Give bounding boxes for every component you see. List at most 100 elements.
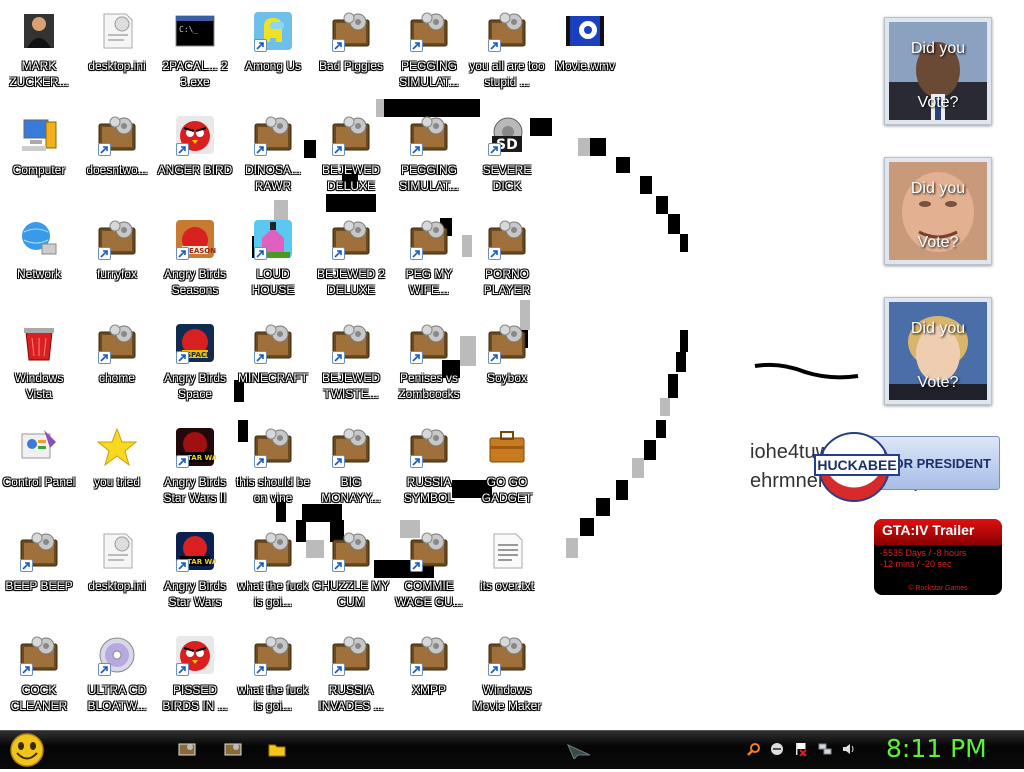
desktop-icon[interactable]: BEJEWED DELUXE bbox=[312, 110, 390, 210]
desktop-icon[interactable]: COCK CLEANER bbox=[0, 630, 78, 730]
desktop-icon[interactable]: Soybox bbox=[468, 318, 546, 418]
doodle-stroke bbox=[590, 138, 606, 156]
desktop-icon[interactable]: you all are too stupid ... bbox=[468, 6, 546, 106]
doodle-stroke bbox=[578, 138, 590, 156]
desktop-icon[interactable]: desktop.ini bbox=[78, 526, 156, 626]
desktop-icon[interactable]: DINOSA... RAWR bbox=[234, 110, 312, 210]
desktop-icon[interactable]: doesntwo... bbox=[78, 110, 156, 210]
desktop-icon[interactable]: PORNO PLAYER bbox=[468, 214, 546, 314]
shortcut-arrow-icon bbox=[332, 143, 345, 156]
desktop-icon[interactable]: Windows Movie Maker bbox=[468, 630, 546, 730]
vote-gadget-2[interactable]: Did you Vote? bbox=[884, 157, 992, 265]
desktop-icon[interactable]: this should be on vine bbox=[234, 422, 312, 522]
shortcut-arrow-icon bbox=[254, 559, 267, 572]
folder-icon[interactable] bbox=[268, 741, 286, 757]
doodle-stroke bbox=[680, 330, 688, 352]
shortcut-arrow-icon bbox=[332, 247, 345, 260]
desktop-icon[interactable]: Network bbox=[0, 214, 78, 314]
among-us-icon bbox=[252, 10, 294, 52]
desktop-icon[interactable]: PEG MY WIFE... bbox=[390, 214, 468, 314]
vote-bottom-text: Vote? bbox=[917, 94, 959, 111]
desktop-icon[interactable]: Penises vs Zombcocks bbox=[390, 318, 468, 418]
desktop-icon[interactable]: COMMIE WAGE GU... bbox=[390, 526, 468, 626]
desktop-icon[interactable]: GO GO GADGET bbox=[468, 422, 546, 522]
desktop-icon[interactable]: C:\_ 2PACAL... 2 3.exe bbox=[156, 6, 234, 106]
desktop-icon[interactable]: what the fuck is goi... bbox=[234, 630, 312, 730]
desktop-icon[interactable]: Movie.wmv bbox=[546, 6, 624, 106]
desktop-icon[interactable]: RUSSIA INVADES ... bbox=[312, 630, 390, 730]
doodle-stroke bbox=[668, 374, 678, 398]
desktop-icon-label: PEGGING SIMULAT... bbox=[399, 163, 459, 193]
shortcut-arrow-icon bbox=[410, 351, 423, 364]
desktop-icon[interactable]: desktop.ini bbox=[78, 6, 156, 106]
vote-gadget-3[interactable]: Did you Vote? bbox=[884, 297, 992, 405]
shortcut-arrow-icon bbox=[254, 143, 267, 156]
desktop-icon[interactable]: LOUD HOUSE bbox=[234, 214, 312, 314]
program-shortcut-icon bbox=[486, 322, 528, 364]
network-icon[interactable] bbox=[818, 742, 832, 756]
desktop-icon-label: what the fuck is goi... bbox=[237, 579, 309, 609]
doodle-stroke bbox=[676, 352, 686, 372]
desktop-icon[interactable]: PEGGING SIMULAT... bbox=[390, 6, 468, 106]
desktop-icon[interactable]: Computer bbox=[0, 110, 78, 210]
recycle-bin-icon bbox=[18, 322, 60, 364]
gta-footer: © Rockstar Games bbox=[908, 585, 968, 592]
doodle-stroke bbox=[680, 234, 688, 252]
desktop-icon[interactable]: chome bbox=[78, 318, 156, 418]
desktop-icon[interactable]: PEGGING SIMULAT... bbox=[390, 110, 468, 210]
vote-gadget-1[interactable]: Did you Vote? bbox=[884, 17, 992, 125]
desktop-icon[interactable]: BEJEWED 2 DELUXE bbox=[312, 214, 390, 314]
desktop-icon[interactable]: MINECRAFT bbox=[234, 318, 312, 418]
desktop-icon[interactable]: ANGER BIRD bbox=[156, 110, 234, 210]
desktop-icon[interactable]: STAR WARS Angry Birds Star Wars II bbox=[156, 422, 234, 522]
huckabee-gadget[interactable]: FOR PRESIDENT HUCKABEE bbox=[814, 432, 1002, 502]
desktop-icon[interactable]: SD SEVERE DICK bbox=[468, 110, 546, 210]
desktop-icon[interactable]: you tried bbox=[78, 422, 156, 522]
clock[interactable]: 8:11 PM bbox=[886, 734, 987, 763]
desktop-icon[interactable]: what the fuck is goi... bbox=[234, 526, 312, 626]
desktop-icon[interactable]: Among Us bbox=[234, 6, 312, 106]
program-shortcut-icon bbox=[252, 114, 294, 156]
desktop-icon[interactable]: ULTRA CD BLOATW... bbox=[78, 630, 156, 730]
desktop-icon[interactable]: furryfox bbox=[78, 214, 156, 314]
desktop-icon-label: doesntwo... bbox=[86, 163, 148, 177]
shortcut-arrow-icon bbox=[176, 559, 189, 572]
desktop-icon-label: BEJEWED TWISTE... bbox=[321, 371, 380, 401]
program-icon[interactable] bbox=[224, 741, 242, 757]
program-shortcut-icon bbox=[408, 426, 450, 468]
desktop-icon[interactable]: BEEP BEEP bbox=[0, 526, 78, 626]
desktop-icon[interactable]: Windows Vista bbox=[0, 318, 78, 418]
desktop-icon[interactable]: SPACE Angry Birds Space bbox=[156, 318, 234, 418]
shortcut-arrow-icon bbox=[332, 559, 345, 572]
desktop-icon[interactable]: BIG MONAYY... bbox=[312, 422, 390, 522]
desktop-icon-label: desktop.ini bbox=[88, 59, 146, 73]
desktop-icon[interactable]: PISSED BIRDS IN ... bbox=[156, 630, 234, 730]
desktop-icon[interactable]: Bad Piggies bbox=[312, 6, 390, 106]
desktop-icon[interactable]: its over.txt bbox=[468, 526, 546, 626]
desktop-icon[interactable]: RUSSIA SYMBOL bbox=[390, 422, 468, 522]
desktop-icon-label: GO GO GADGET bbox=[481, 475, 533, 505]
desktop-icon[interactable]: BEJEWED TWISTE... bbox=[312, 318, 390, 418]
desktop-icon-label: CHUZZLE MY CUM bbox=[312, 579, 390, 609]
desktop-icon[interactable]: STAR WARS Angry Birds Star Wars bbox=[156, 526, 234, 626]
desktop-icon-label: what the fuck is goi... bbox=[237, 683, 309, 713]
desktop-icon[interactable]: CHUZZLE MY CUM bbox=[312, 526, 390, 626]
shortcut-arrow-icon bbox=[254, 351, 267, 364]
minus-icon[interactable] bbox=[770, 742, 784, 756]
program-shortcut-icon bbox=[408, 634, 450, 676]
desktop-icon[interactable]: XMPP bbox=[390, 630, 468, 730]
desktop-icon[interactable]: MARK ZUCKER... bbox=[0, 6, 78, 106]
program-icon[interactable] bbox=[178, 741, 196, 757]
volume-icon[interactable] bbox=[842, 742, 856, 756]
shortcut-arrow-icon bbox=[98, 663, 111, 676]
desktop-icon-label: 2PACAL... 2 3.exe bbox=[162, 59, 228, 89]
desktop-icon-label: PEG MY WIFE... bbox=[405, 267, 453, 297]
desktop-icon[interactable]: SEASONS Angry Birds Seasons bbox=[156, 214, 234, 314]
doodle-stroke bbox=[668, 214, 680, 234]
desktop-icon-label: you all are too stupid ... bbox=[469, 59, 545, 89]
search-icon[interactable] bbox=[747, 742, 761, 756]
desktop-icon[interactable]: Control Panel bbox=[0, 422, 78, 522]
gta-countdown-gadget[interactable]: GTA:IV Trailer -5535 Days / -8 hours -12… bbox=[874, 519, 1002, 595]
start-button[interactable] bbox=[8, 733, 46, 767]
flag-icon[interactable] bbox=[794, 742, 808, 757]
